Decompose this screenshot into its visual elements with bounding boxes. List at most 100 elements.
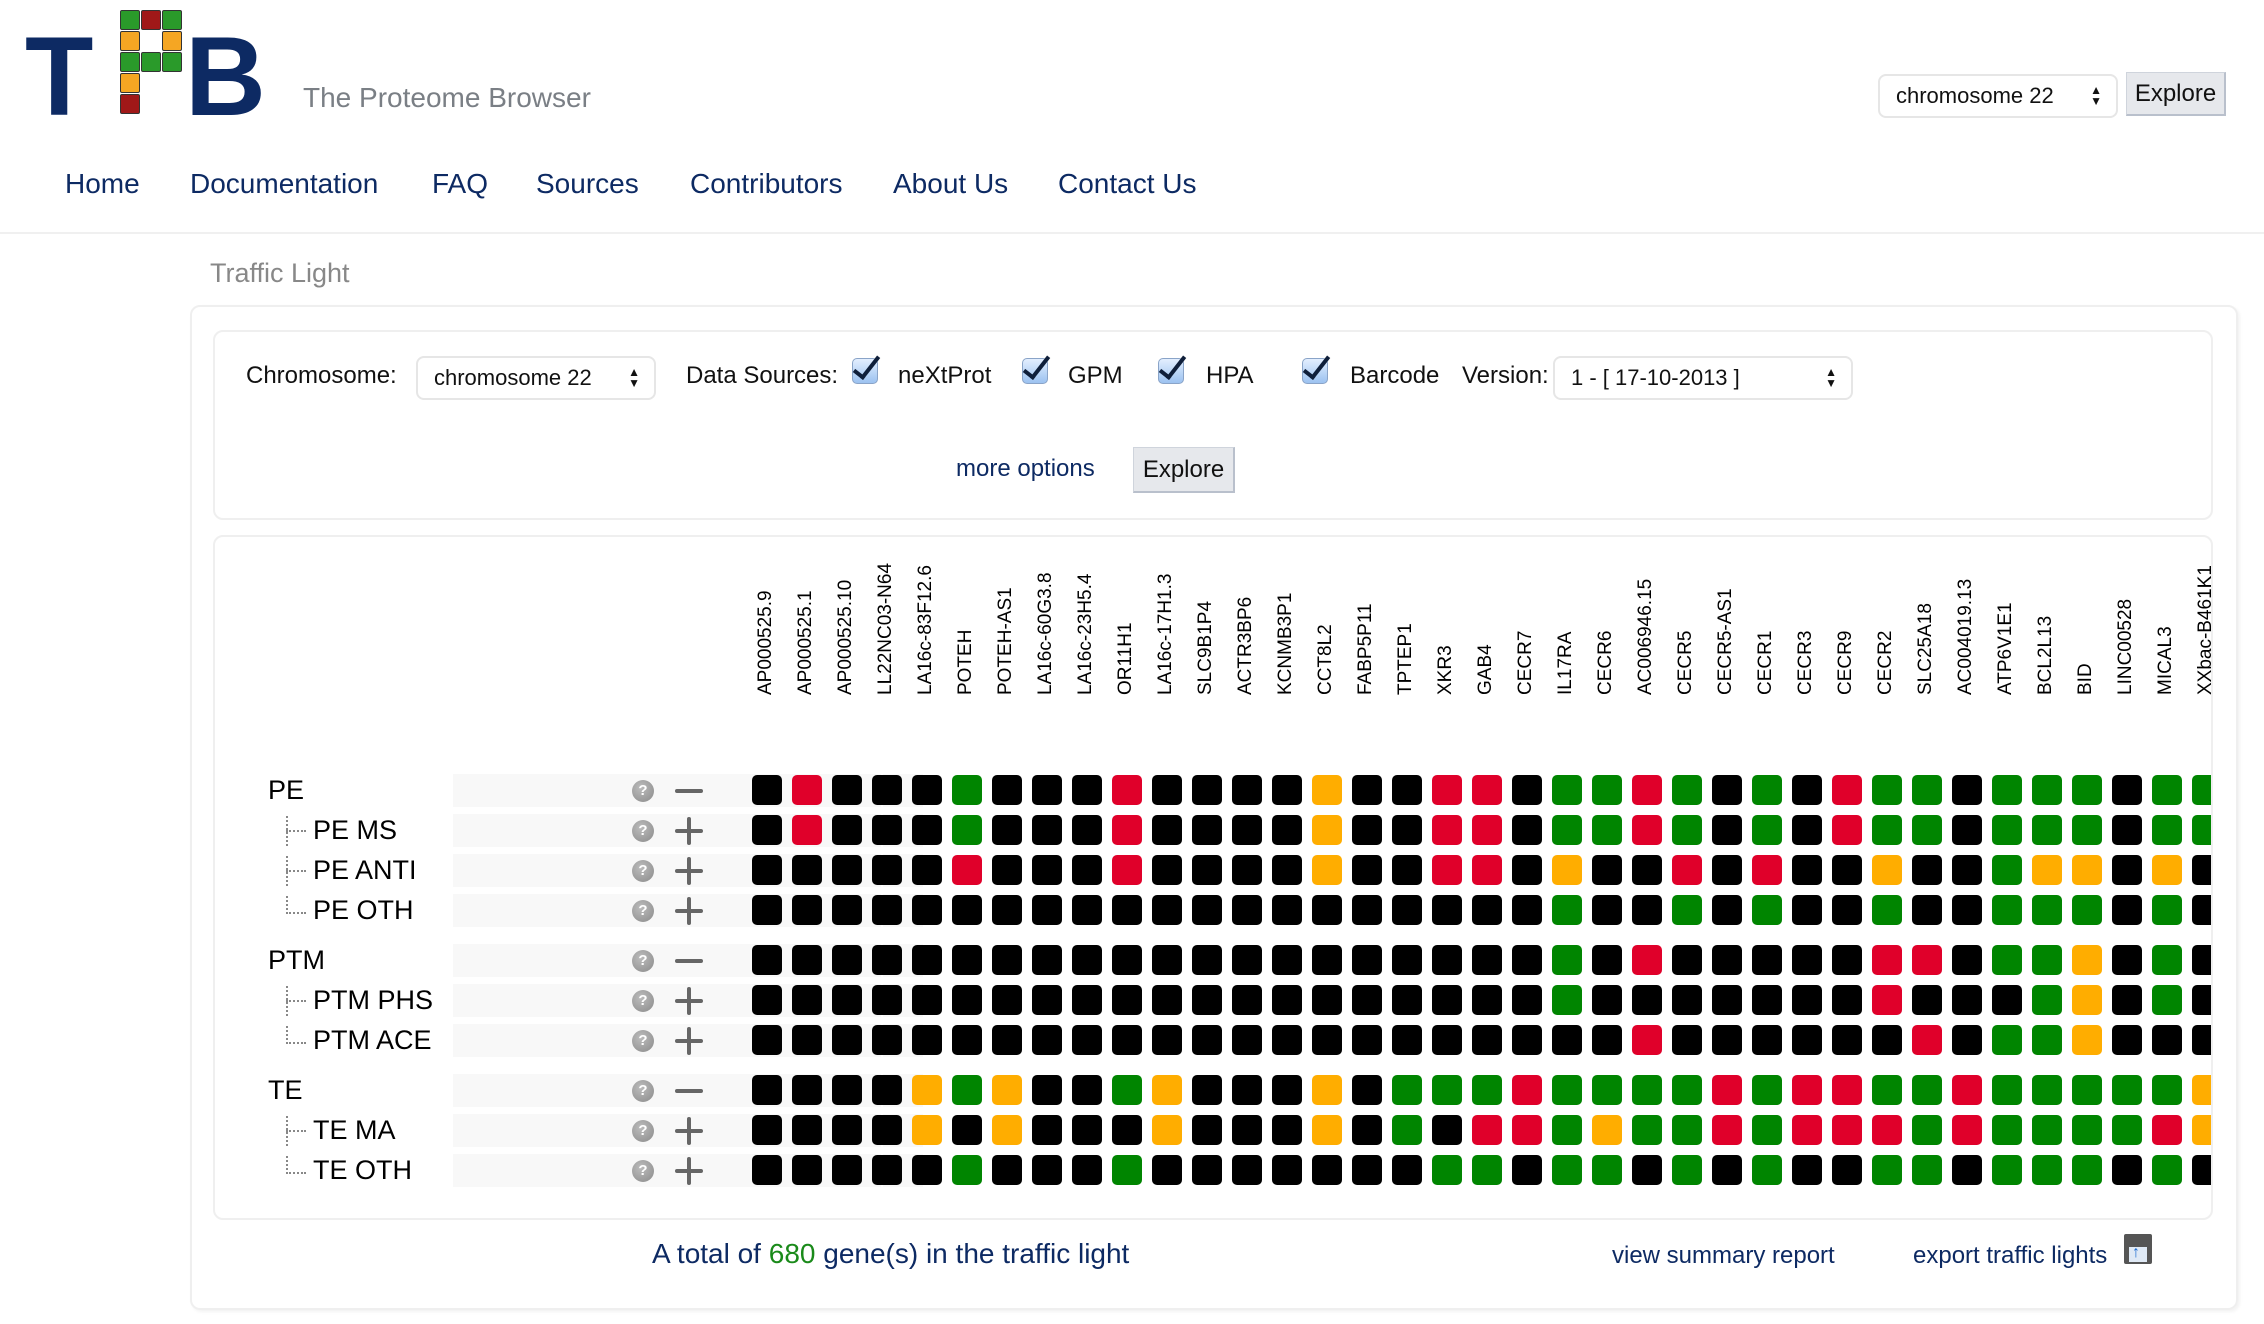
traffic-light-cell[interactable] [1792, 985, 1822, 1015]
traffic-light-cell[interactable] [2192, 895, 2211, 925]
traffic-light-cell[interactable] [1592, 815, 1622, 845]
traffic-light-cell[interactable] [792, 1025, 822, 1055]
header-chromosome-select[interactable]: chromosome 22 ▲ ▼ [1878, 74, 2118, 118]
traffic-light-cell[interactable] [1872, 1025, 1902, 1055]
traffic-light-cell[interactable] [1992, 1115, 2022, 1145]
traffic-light-cell[interactable] [1352, 1115, 1382, 1145]
expand-plus-icon[interactable] [675, 817, 703, 845]
traffic-light-cell[interactable] [1872, 815, 1902, 845]
traffic-light-cell[interactable] [1032, 855, 1062, 885]
traffic-light-cell[interactable] [832, 985, 862, 1015]
traffic-light-cell[interactable] [1072, 1155, 1102, 1185]
traffic-light-cell[interactable] [1712, 945, 1742, 975]
traffic-light-cell[interactable] [1752, 985, 1782, 1015]
gene-column-label[interactable]: BCL2L13 [2035, 616, 2057, 695]
traffic-light-cell[interactable] [1352, 1155, 1382, 1185]
traffic-light-cell[interactable] [1792, 855, 1822, 885]
traffic-light-cell[interactable] [1272, 815, 1302, 845]
traffic-light-cell[interactable] [832, 1025, 862, 1055]
traffic-light-cell[interactable] [1792, 895, 1822, 925]
traffic-light-cell[interactable] [1032, 775, 1062, 805]
traffic-light-cell[interactable] [1632, 855, 1662, 885]
traffic-light-cell[interactable] [832, 815, 862, 845]
traffic-light-cell[interactable] [752, 895, 782, 925]
traffic-light-cell[interactable] [752, 1155, 782, 1185]
traffic-light-cell[interactable] [1312, 945, 1342, 975]
gene-column-label[interactable]: KCNMB3P1 [1275, 593, 1297, 695]
traffic-light-cell[interactable] [2152, 1025, 2182, 1055]
traffic-light-cell[interactable] [2192, 1025, 2211, 1055]
traffic-light-cell[interactable] [1192, 775, 1222, 805]
traffic-light-cell[interactable] [1712, 815, 1742, 845]
traffic-light-cell[interactable] [912, 985, 942, 1015]
traffic-light-cell[interactable] [1472, 945, 1502, 975]
traffic-light-cell[interactable] [1672, 815, 1702, 845]
traffic-light-cell[interactable] [752, 945, 782, 975]
traffic-light-cell[interactable] [1672, 945, 1702, 975]
traffic-light-cell[interactable] [952, 1115, 982, 1145]
traffic-light-cell[interactable] [1072, 815, 1102, 845]
traffic-light-cell[interactable] [1512, 1115, 1542, 1145]
traffic-light-cell[interactable] [1672, 895, 1702, 925]
traffic-light-cell[interactable] [1832, 815, 1862, 845]
traffic-light-cell[interactable] [1912, 1025, 1942, 1055]
traffic-light-cell[interactable] [1752, 1115, 1782, 1145]
traffic-light-cell[interactable] [2112, 1155, 2142, 1185]
traffic-light-cell[interactable] [1792, 775, 1822, 805]
traffic-light-cell[interactable] [2032, 985, 2062, 1015]
traffic-light-cell[interactable] [2152, 815, 2182, 845]
traffic-light-cell[interactable] [2192, 775, 2211, 805]
traffic-light-cell[interactable] [1232, 855, 1262, 885]
expand-plus-icon[interactable] [675, 987, 703, 1015]
traffic-light-cell[interactable] [832, 1155, 862, 1185]
traffic-light-cell[interactable] [1792, 815, 1822, 845]
traffic-light-cell[interactable] [992, 1025, 1022, 1055]
help-icon[interactable]: ? [632, 860, 654, 882]
traffic-light-cell[interactable] [1912, 1075, 1942, 1105]
traffic-light-cell[interactable] [992, 1155, 1022, 1185]
traffic-light-cell[interactable] [1832, 1075, 1862, 1105]
traffic-light-cell[interactable] [1112, 1025, 1142, 1055]
traffic-light-cell[interactable] [1752, 1155, 1782, 1185]
traffic-light-cell[interactable] [1152, 895, 1182, 925]
gene-column-label[interactable]: LA16c-60G3.8 [1035, 572, 1057, 695]
traffic-light-cell[interactable] [1432, 895, 1462, 925]
traffic-light-cell[interactable] [1552, 945, 1582, 975]
traffic-light-cell[interactable] [1152, 815, 1182, 845]
traffic-light-cell[interactable] [2032, 945, 2062, 975]
gene-column-label[interactable]: CECR1 [1755, 631, 1777, 695]
gene-column-label[interactable]: LINC00528 [2115, 599, 2137, 695]
traffic-light-cell[interactable] [992, 945, 1022, 975]
nav-contact-us[interactable]: Contact Us [1058, 168, 1197, 200]
traffic-light-cell[interactable] [1952, 855, 1982, 885]
traffic-light-cell[interactable] [1872, 895, 1902, 925]
traffic-light-cell[interactable] [1432, 1155, 1462, 1185]
traffic-light-cell[interactable] [1512, 855, 1542, 885]
traffic-light-cell[interactable] [1072, 945, 1102, 975]
traffic-light-cell[interactable] [952, 1025, 982, 1055]
traffic-light-cell[interactable] [1232, 775, 1262, 805]
traffic-light-cell[interactable] [1552, 1155, 1582, 1185]
traffic-light-cell[interactable] [1112, 895, 1142, 925]
traffic-light-cell[interactable] [912, 1075, 942, 1105]
traffic-light-cell[interactable] [2072, 775, 2102, 805]
traffic-light-cell[interactable] [1472, 1115, 1502, 1145]
traffic-light-cell[interactable] [1672, 985, 1702, 1015]
gene-column-label[interactable]: LL22NC03-N64 [875, 563, 897, 695]
traffic-light-cell[interactable] [1712, 775, 1742, 805]
traffic-light-cell[interactable] [1552, 895, 1582, 925]
traffic-light-cell[interactable] [992, 985, 1022, 1015]
traffic-light-cell[interactable] [1192, 945, 1222, 975]
traffic-light-cell[interactable] [1312, 815, 1342, 845]
traffic-light-cell[interactable] [1552, 1075, 1582, 1105]
traffic-light-cell[interactable] [912, 895, 942, 925]
traffic-light-cell[interactable] [1472, 895, 1502, 925]
traffic-light-cell[interactable] [992, 855, 1022, 885]
traffic-light-cell[interactable] [1872, 1075, 1902, 1105]
traffic-light-cell[interactable] [792, 1115, 822, 1145]
traffic-light-cell[interactable] [1192, 1115, 1222, 1145]
traffic-light-cell[interactable] [1032, 1025, 1062, 1055]
gene-column-label[interactable]: IL17RA [1555, 632, 1577, 695]
collapse-minus-icon[interactable] [675, 1077, 703, 1105]
traffic-light-cell[interactable] [1992, 945, 2022, 975]
